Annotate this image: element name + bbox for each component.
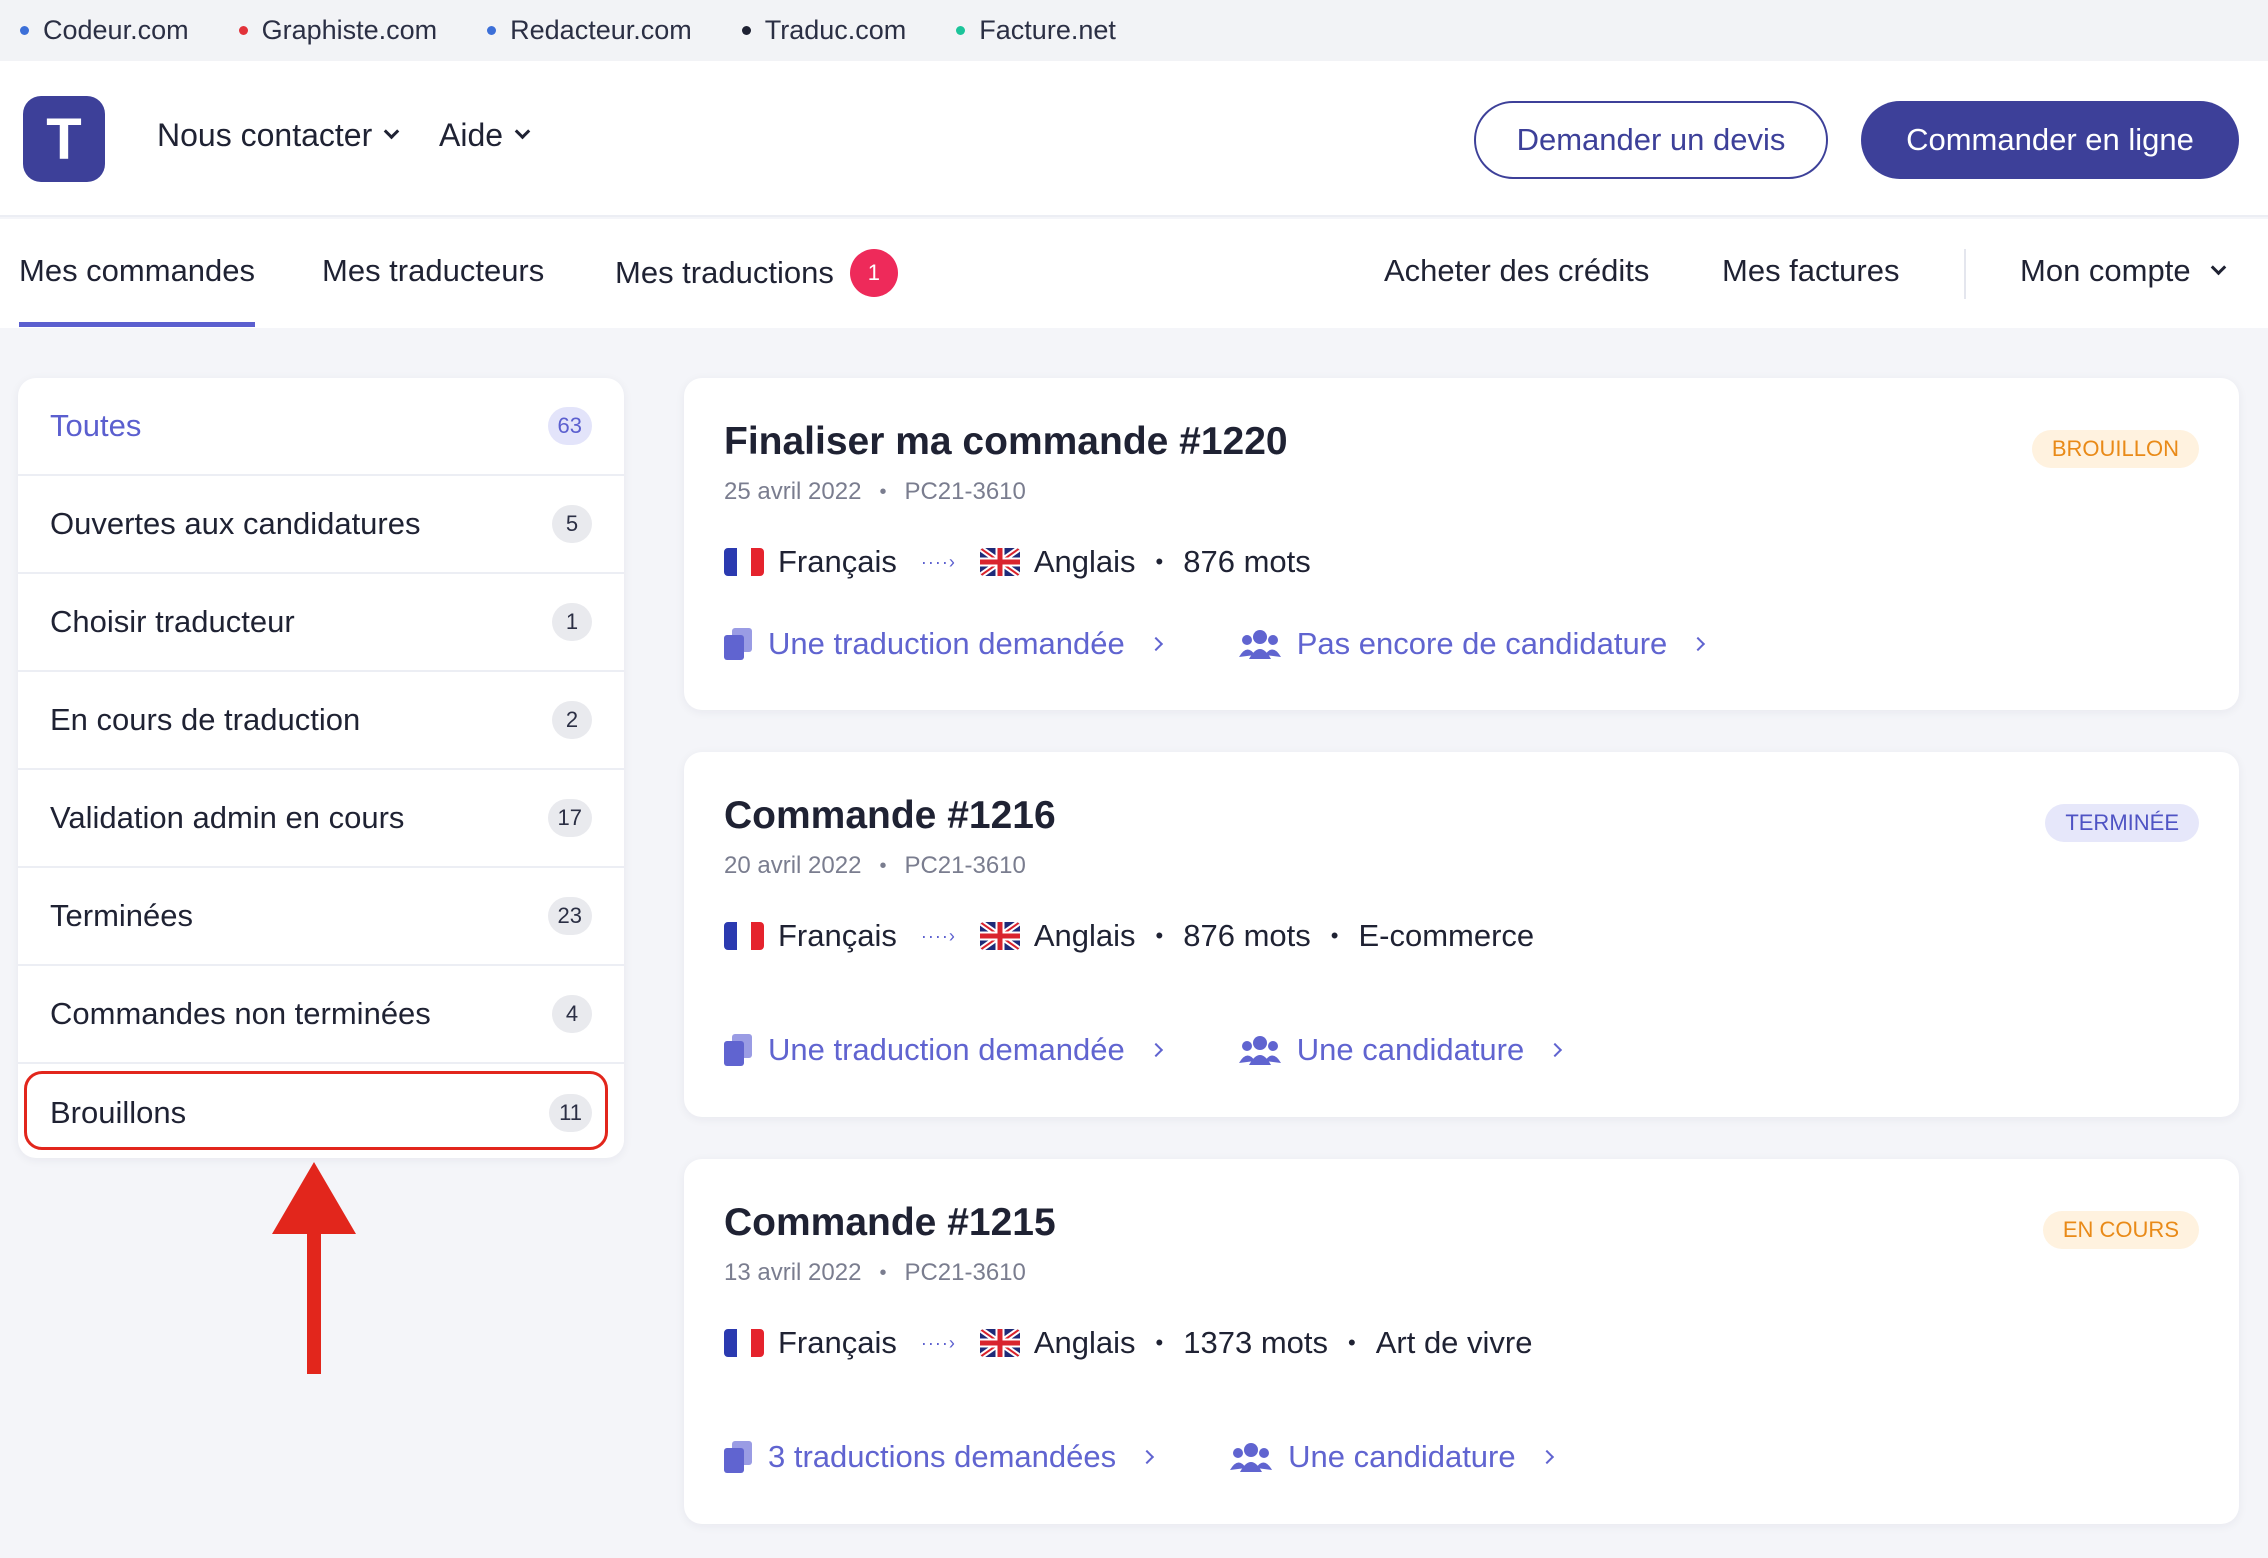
network-bar: Codeur.com Graphiste.com Redacteur.com T…	[0, 0, 2268, 61]
order-meta: 20 avril 2022 • PC21-3610	[724, 852, 1026, 879]
network-link-graphiste[interactable]: Graphiste.com	[238, 15, 437, 46]
applications-link[interactable]: Une candidature	[1238, 1032, 1563, 1068]
category-label: E-commerce	[1358, 918, 1535, 953]
order-title[interactable]: Commande #1216	[724, 794, 1056, 838]
header: T Nous contacter Aide Demander un devis …	[0, 61, 2268, 217]
language-row: Français ····› Anglais • 876 mots • E-co…	[724, 918, 1534, 954]
uk-flag-icon	[979, 922, 1020, 950]
network-link-traduc[interactable]: Traduc.com	[741, 15, 906, 46]
account-menu[interactable]: Mon compte	[2020, 253, 2226, 289]
arrow-right-icon: ····›	[920, 925, 956, 946]
network-link-redacteur[interactable]: Redacteur.com	[487, 15, 692, 46]
documents-icon	[724, 1441, 752, 1473]
chevron-right-icon	[1140, 1449, 1155, 1465]
translations-link[interactable]: Une traduction demandée	[724, 626, 1163, 662]
users-icon	[1238, 1036, 1281, 1065]
filter-choose-translator[interactable]: Choisir traducteur 1	[18, 574, 624, 672]
status-badge: TERMINÉE	[2045, 804, 2199, 842]
order-title[interactable]: Commande #1215	[724, 1201, 1056, 1245]
filter-in-translation[interactable]: En cours de traduction 2	[18, 672, 624, 770]
tab-buy-credits[interactable]: Acheter des crédits	[1384, 253, 1649, 289]
arrow-right-icon: ····›	[920, 1332, 956, 1353]
chevron-down-icon	[383, 123, 400, 140]
dot-icon	[956, 26, 966, 35]
filter-admin-validation[interactable]: Validation admin en cours 17	[18, 770, 624, 868]
help-menu[interactable]: Aide	[439, 117, 531, 154]
status-badge: EN COURS	[2042, 1211, 2199, 1249]
order-links: Une traduction demandée Une candidature	[724, 1032, 1563, 1068]
chevron-down-icon	[514, 123, 531, 140]
count-badge: 17	[547, 799, 592, 837]
tab-translators[interactable]: Mes traducteurs	[322, 253, 544, 289]
applications-link[interactable]: Pas encore de candidature	[1238, 626, 1706, 662]
translations-link[interactable]: Une traduction demandée	[724, 1032, 1163, 1068]
filter-all[interactable]: Toutes 63	[18, 378, 624, 476]
drafts-highlight-annotation	[24, 1071, 608, 1150]
chevron-right-icon	[1691, 636, 1706, 652]
order-meta: 25 avril 2022 • PC21-3610	[724, 478, 1026, 505]
language-row: Français ····› Anglais • 876 mots	[724, 544, 1311, 580]
order-links: 3 traductions demandées Une candidature	[724, 1439, 1554, 1475]
tab-orders[interactable]: Mes commandes	[19, 253, 256, 327]
category-label: Art de vivre	[1375, 1325, 1533, 1360]
filter-completed[interactable]: Terminées 23	[18, 868, 624, 966]
language-row: Français ····› Anglais • 1373 mots • Art…	[724, 1325, 1533, 1361]
uk-flag-icon	[979, 1329, 1020, 1357]
count-badge: 5	[552, 505, 592, 543]
red-arrow-annotation	[272, 1162, 356, 1374]
order-card[interactable]: Finaliser ma commande #1220 25 avril 202…	[684, 378, 2239, 710]
documents-icon	[724, 628, 752, 660]
order-filter-sidebar: Toutes 63 Ouvertes aux candidatures 5 Choi…	[18, 378, 624, 1158]
dot-icon	[238, 26, 248, 35]
request-quote-button[interactable]: Demander un devis	[1474, 101, 1828, 179]
count-badge: 63	[547, 407, 592, 445]
tab-translations[interactable]: Mes traductions 1	[615, 249, 898, 297]
dot-icon	[487, 26, 497, 35]
order-online-button[interactable]: Commander en ligne	[1861, 101, 2239, 179]
network-link-facture[interactable]: Facture.net	[956, 15, 1116, 46]
documents-icon	[724, 1034, 752, 1066]
uk-flag-icon	[979, 548, 1020, 576]
notification-badge: 1	[849, 249, 898, 297]
order-title[interactable]: Finaliser ma commande #1220	[724, 420, 1288, 464]
contact-menu[interactable]: Nous contacter	[157, 117, 400, 154]
main-tabs: Mes commandes Mes traducteurs Mes traduc…	[0, 219, 2268, 328]
order-links: Une traduction demandée Pas encore de ca…	[724, 626, 1706, 662]
count-badge: 4	[552, 995, 592, 1033]
arrow-right-icon: ····›	[920, 551, 956, 572]
chevron-right-icon	[1548, 1042, 1563, 1058]
order-card[interactable]: Commande #1215 13 avril 2022 • PC21-3610 E…	[684, 1159, 2239, 1524]
dot-icon	[20, 26, 29, 35]
chevron-right-icon	[1148, 636, 1163, 652]
network-link-codeur[interactable]: Codeur.com	[20, 15, 189, 46]
filter-unfinished[interactable]: Commandes non terminées 4	[18, 966, 624, 1064]
count-badge: 2	[552, 701, 592, 739]
filter-open-applications[interactable]: Ouvertes aux candidatures 5	[18, 476, 624, 574]
france-flag-icon	[724, 548, 764, 576]
tab-divider	[1964, 249, 1966, 299]
status-badge: BROUILLON	[2031, 430, 2199, 468]
order-card[interactable]: Commande #1216 20 avril 2022 • PC21-3610 T…	[684, 752, 2239, 1117]
count-badge: 23	[547, 897, 592, 935]
users-icon	[1238, 630, 1281, 659]
applications-link[interactable]: Une candidature	[1230, 1439, 1554, 1475]
chevron-right-icon	[1539, 1449, 1554, 1465]
tab-invoices[interactable]: Mes factures	[1722, 253, 1899, 289]
chevron-down-icon	[2210, 259, 2226, 275]
chevron-right-icon	[1148, 1042, 1163, 1058]
dot-icon	[741, 26, 751, 35]
france-flag-icon	[724, 922, 764, 950]
count-badge: 1	[552, 603, 592, 641]
translations-link[interactable]: 3 traductions demandées	[724, 1439, 1155, 1475]
order-meta: 13 avril 2022 • PC21-3610	[724, 1259, 1026, 1286]
users-icon	[1230, 1443, 1273, 1472]
traduc-logo[interactable]: T	[23, 96, 105, 182]
france-flag-icon	[724, 1329, 764, 1357]
